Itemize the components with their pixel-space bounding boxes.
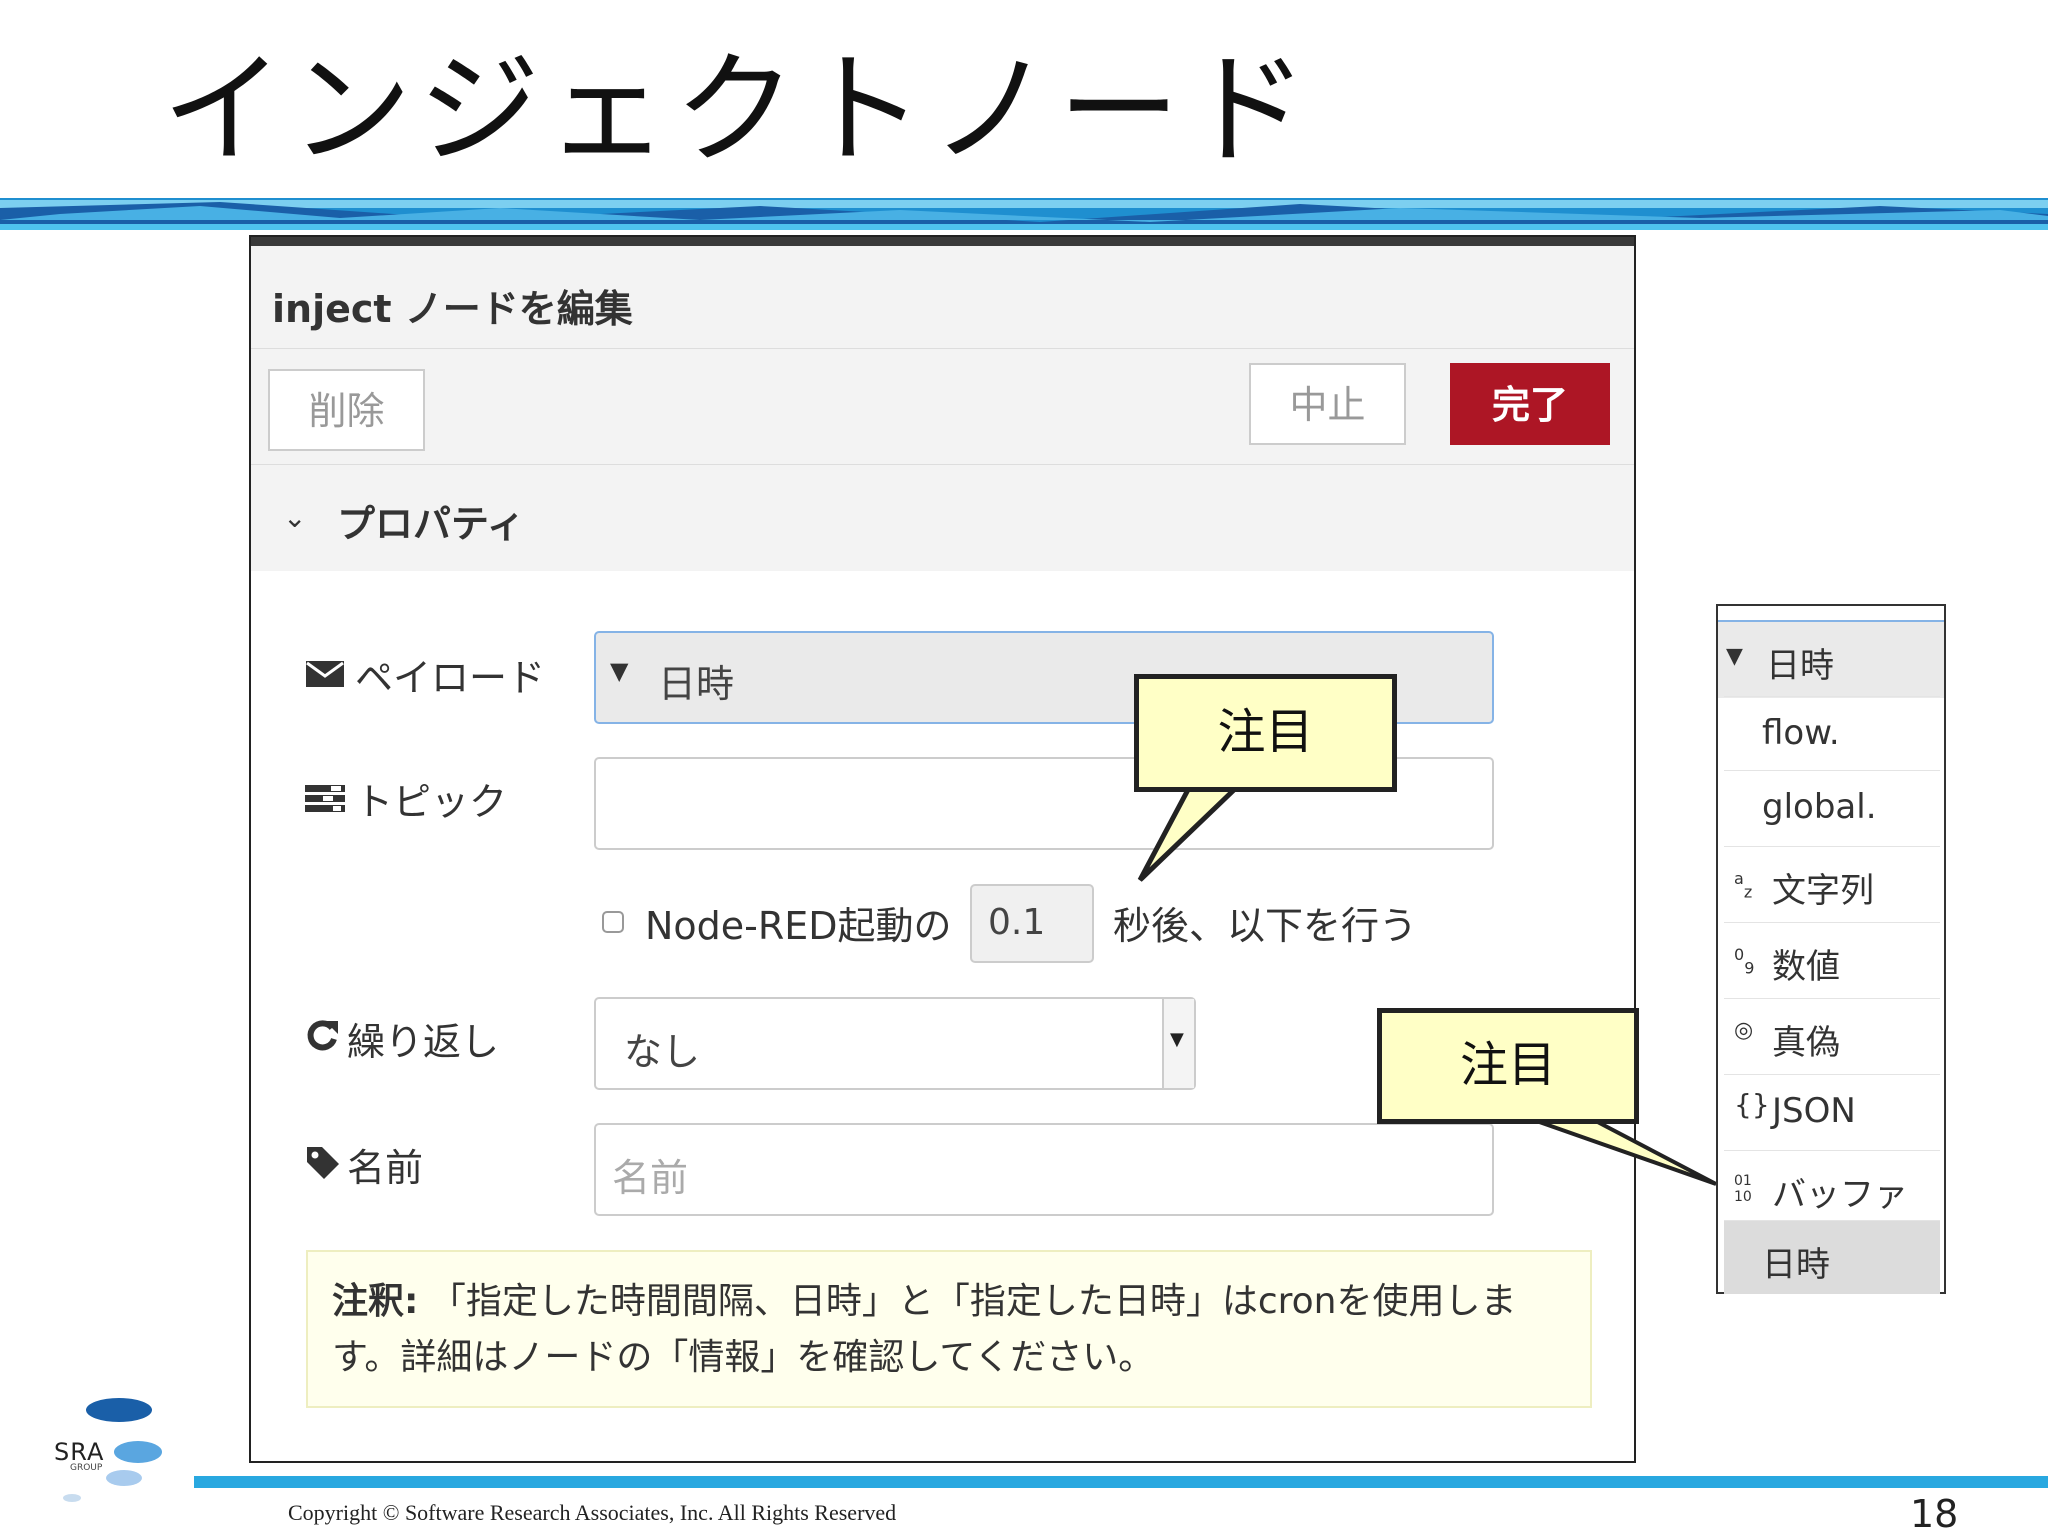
repeat-value: なし <box>624 1030 701 1074</box>
menu-item-label: 文字列 <box>1772 871 1874 911</box>
tasks-icon <box>305 785 345 812</box>
tip-note-text: 注釈: 「指定した時間間隔、日時」と「指定した日時」はcronを使用します。詳細… <box>332 1274 1572 1386</box>
menu-item-label: 数値 <box>1772 947 1840 987</box>
menu-item-string[interactable]: az 文字列 <box>1724 846 1940 920</box>
callout-attention-1: 注目 <box>1134 674 1397 792</box>
number-type-icon: 09 <box>1734 945 1755 978</box>
once-delay-value: 0.1 <box>988 902 1046 943</box>
slide-title: インジェクトノード <box>162 39 1314 181</box>
menu-item-label: global. <box>1762 787 1877 827</box>
page-number: 18 <box>1910 1492 1959 1536</box>
caret-down-icon: ▼ <box>610 657 629 685</box>
tip-note-strong: 注釈: <box>332 1281 419 1322</box>
menu-item-buffer[interactable]: 01 10 バッファ <box>1724 1150 1940 1224</box>
repeat-icon <box>307 1020 338 1051</box>
dialog-toolbar: 削除 中止 完了 <box>251 349 1634 465</box>
payload-type-menu: ▼ 日時 flow. global. az 文字列 09 数値 ◎ 真偽 {} … <box>1716 604 1946 1294</box>
menu-item-boolean[interactable]: ◎ 真偽 <box>1724 998 1940 1072</box>
inject-once-label: Node-RED起動の <box>645 904 952 948</box>
done-button[interactable]: 完了 <box>1450 363 1610 445</box>
string-type-icon: az <box>1734 869 1753 902</box>
menu-item-json[interactable]: {} JSON <box>1724 1074 1940 1148</box>
boolean-type-icon: ◎ <box>1734 1018 1754 1043</box>
payload-type-value: 日時 <box>658 662 735 706</box>
menu-item-label: 真偽 <box>1772 1023 1840 1063</box>
name-input[interactable]: 名前 <box>594 1123 1494 1216</box>
topic-label: トピック <box>355 780 508 824</box>
repeat-select[interactable]: なし ▼ <box>594 997 1196 1090</box>
dialog-top-bar <box>251 237 1634 246</box>
name-input-placeholder: 名前 <box>612 1156 689 1200</box>
properties-section-toggle[interactable]: ⌄ プロパティ <box>251 465 1634 571</box>
tip-note: 注釈: 「指定した時間間隔、日時」と「指定した日時」はcronを使用します。詳細… <box>306 1250 1592 1408</box>
once-delay-input[interactable]: 0.1 <box>970 884 1094 963</box>
repeat-select-arrow[interactable]: ▼ <box>1162 999 1194 1088</box>
json-type-icon: {} <box>1734 1088 1770 1121</box>
tip-note-body: 「指定した時間間隔、日時」と「指定した日時」はcronを使用します。詳細はノード… <box>332 1281 1517 1378</box>
dialog-title: inject ノードを編集 <box>272 287 633 331</box>
repeat-label: 繰り返し <box>347 1020 500 1064</box>
callout-attention-2: 注目 <box>1377 1008 1639 1124</box>
dialog-header: inject ノードを編集 <box>251 246 1634 349</box>
menu-item-flow[interactable]: flow. <box>1724 696 1940 770</box>
type-menu-selected-label: 日時 <box>1766 646 1834 686</box>
properties-section-label: プロパティ <box>337 502 525 546</box>
menu-item-number[interactable]: 09 数値 <box>1724 922 1940 996</box>
menu-item-label: JSON <box>1772 1091 1856 1131</box>
cancel-button[interactable]: 中止 <box>1249 363 1406 445</box>
title-banner <box>0 194 2048 234</box>
buffer-type-icon: 01 10 <box>1734 1173 1752 1205</box>
payload-label: ペイロード <box>355 656 546 700</box>
menu-item-label: flow. <box>1762 713 1840 753</box>
once-delay-suffix: 秒後、以下を行う <box>1113 904 1418 948</box>
logo-subtext: GROUP <box>70 1463 103 1473</box>
type-menu-selected[interactable]: ▼ 日時 <box>1718 620 1944 698</box>
caret-down-icon: ▼ <box>1726 644 1743 669</box>
footer-line <box>194 1476 2048 1488</box>
logo-text: SRA <box>54 1438 105 1466</box>
delete-button[interactable]: 削除 <box>268 369 425 451</box>
chevron-down-icon: ⌄ <box>283 501 307 534</box>
edit-inject-node-dialog: inject ノードを編集 削除 中止 完了 ⌄ プロパティ ペイロード ▼ 日… <box>249 235 1636 1463</box>
envelope-icon <box>306 661 344 687</box>
menu-item-label: 日時 <box>1762 1245 1830 1285</box>
menu-item-label: バッファ <box>1772 1175 1908 1215</box>
menu-item-global[interactable]: global. <box>1724 770 1940 844</box>
name-label: 名前 <box>347 1146 424 1190</box>
tag-icon <box>307 1147 339 1179</box>
inject-once-checkbox[interactable] <box>602 911 624 933</box>
copyright-text: Copyright © Software Research Associates… <box>288 1500 897 1525</box>
caret-down-icon: ▼ <box>1170 1029 1184 1050</box>
menu-item-date[interactable]: 日時 <box>1724 1220 1940 1294</box>
